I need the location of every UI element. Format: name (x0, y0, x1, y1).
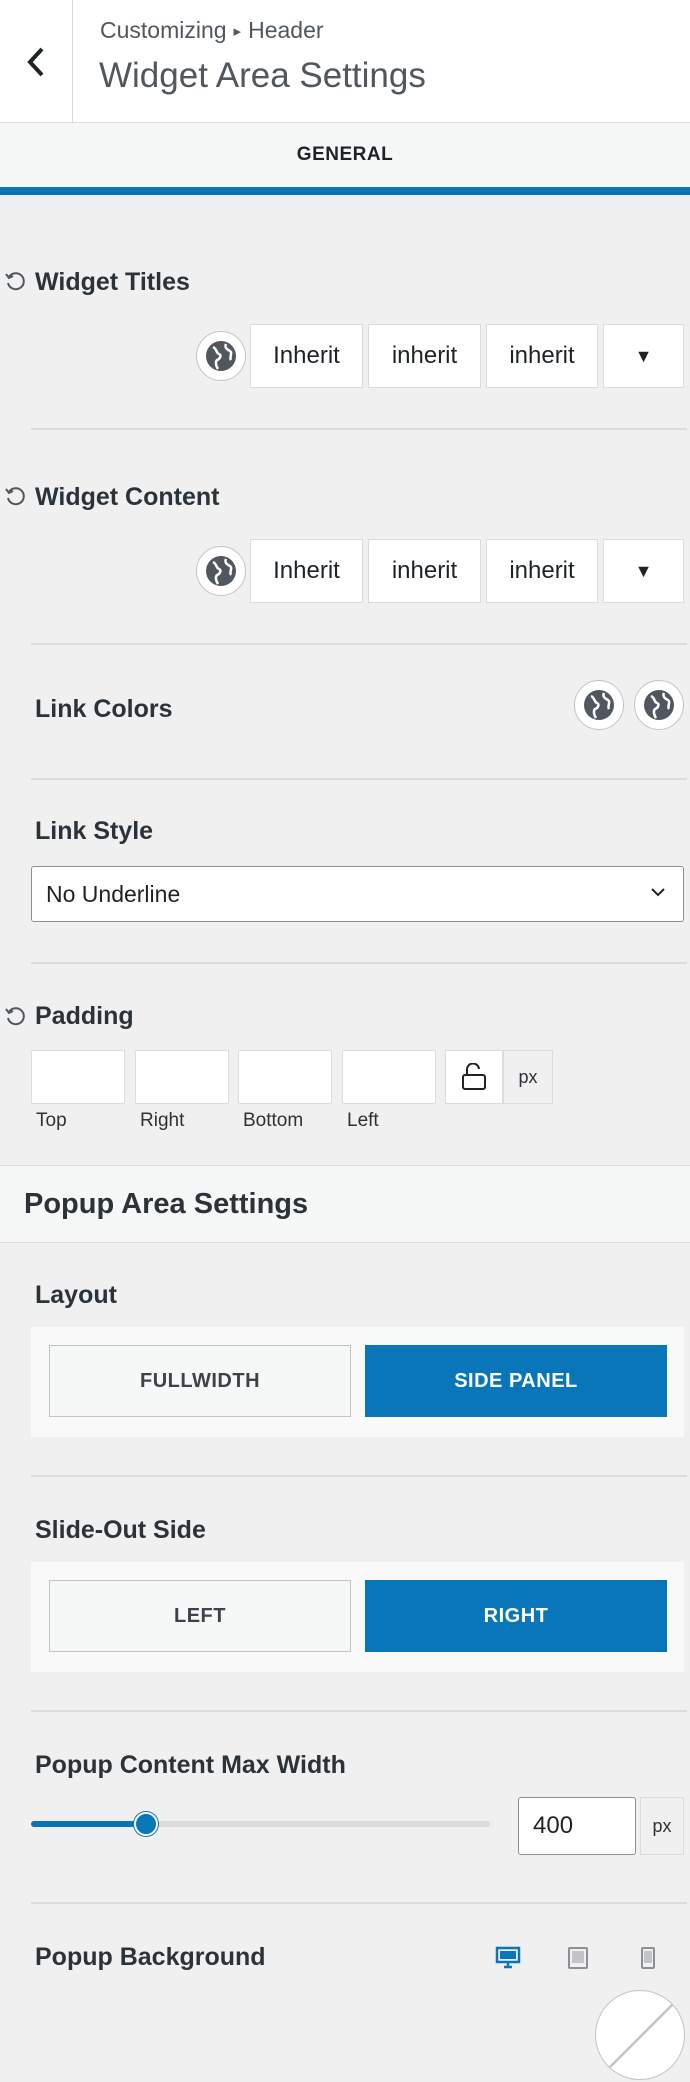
font-family-selector[interactable]: Inherit (250, 539, 363, 603)
customizer-header: Customizing ▸ Header Widget Area Settings (0, 0, 690, 123)
slider-handle[interactable] (133, 1812, 158, 1836)
divider (31, 643, 687, 645)
divider (31, 428, 687, 430)
max-width-unit[interactable]: px (640, 1797, 684, 1855)
unlock-icon (462, 1063, 486, 1090)
padding-bottom-input[interactable] (238, 1050, 332, 1104)
padding-bottom-label: Bottom (243, 1110, 304, 1131)
tablet-icon[interactable] (563, 1943, 593, 1973)
divider (31, 1902, 687, 1904)
layout-side-panel-button[interactable]: SIDE PANEL (365, 1345, 667, 1417)
max-width-slider[interactable] (31, 1812, 490, 1836)
more-options-button[interactable]: ▼ (603, 539, 684, 603)
padding-top-label: Top (36, 1110, 67, 1131)
layout-label: Layout (35, 1281, 117, 1309)
widget-content-label: Widget Content (35, 483, 220, 511)
popup-section-header: Popup Area Settings (0, 1165, 690, 1243)
link-style-label: Link Style (35, 817, 154, 845)
tab-bar: GENERAL (0, 123, 690, 195)
more-options-button[interactable]: ▼ (603, 324, 684, 388)
text-transform-selector[interactable]: inherit (486, 324, 598, 388)
section-title: Popup Area Settings (24, 1188, 309, 1220)
popup-max-width-label: Popup Content Max Width (35, 1751, 346, 1779)
global-font-icon[interactable] (196, 546, 246, 596)
padding-label: Padding (35, 1002, 134, 1030)
global-font-icon[interactable] (196, 331, 246, 381)
divider (31, 962, 687, 964)
widget-titles-label: Widget Titles (35, 268, 190, 296)
slide-out-button-group: LEFT RIGHT (31, 1562, 684, 1672)
global-color-icon[interactable] (574, 680, 624, 730)
breadcrumb: Customizing ▸ Header (100, 17, 324, 44)
slide-right-button[interactable]: RIGHT (365, 1580, 667, 1652)
max-width-input[interactable]: 400 (518, 1797, 636, 1855)
back-button[interactable] (0, 0, 73, 123)
font-weight-selector[interactable]: inherit (368, 324, 481, 388)
font-weight-selector[interactable]: inherit (368, 539, 481, 603)
link-colors-label: Link Colors (35, 695, 173, 723)
padding-right-label: Right (140, 1110, 185, 1131)
link-style-value: No Underline (46, 880, 181, 907)
tab-general[interactable]: GENERAL (297, 144, 393, 166)
padding-left-input[interactable] (342, 1050, 436, 1104)
reset-icon[interactable] (4, 1005, 26, 1027)
page-title: Widget Area Settings (99, 56, 426, 95)
divider (31, 778, 687, 780)
reset-icon[interactable] (4, 270, 26, 292)
slide-left-button[interactable]: LEFT (49, 1580, 351, 1652)
slider-fill (31, 1821, 146, 1827)
chevron-left-icon (27, 47, 44, 76)
breadcrumb-separator: ▸ (233, 23, 242, 40)
link-style-select[interactable]: No Underline (31, 866, 684, 922)
chevron-down-icon (651, 888, 665, 897)
mobile-icon[interactable] (633, 1943, 663, 1973)
divider (31, 1710, 687, 1712)
color-picker-swatch[interactable] (595, 1990, 685, 2080)
divider (31, 1475, 687, 1477)
reset-icon[interactable] (4, 485, 26, 507)
popup-background-label: Popup Background (35, 1943, 266, 1971)
breadcrumb-current: Header (248, 17, 324, 43)
desktop-icon[interactable] (493, 1943, 523, 1973)
font-family-selector[interactable]: Inherit (250, 324, 363, 388)
slide-out-side-label: Slide-Out Side (35, 1516, 206, 1544)
global-color-icon[interactable] (634, 680, 684, 730)
text-transform-selector[interactable]: inherit (486, 539, 598, 603)
link-values-button[interactable] (445, 1050, 503, 1104)
layout-fullwidth-button[interactable]: FULLWIDTH (49, 1345, 351, 1417)
padding-top-input[interactable] (31, 1050, 125, 1104)
breadcrumb-root: Customizing (100, 17, 227, 43)
padding-left-label: Left (347, 1110, 379, 1131)
padding-unit[interactable]: px (503, 1050, 553, 1104)
layout-button-group: FULLWIDTH SIDE PANEL (31, 1327, 684, 1437)
padding-right-input[interactable] (135, 1050, 229, 1104)
